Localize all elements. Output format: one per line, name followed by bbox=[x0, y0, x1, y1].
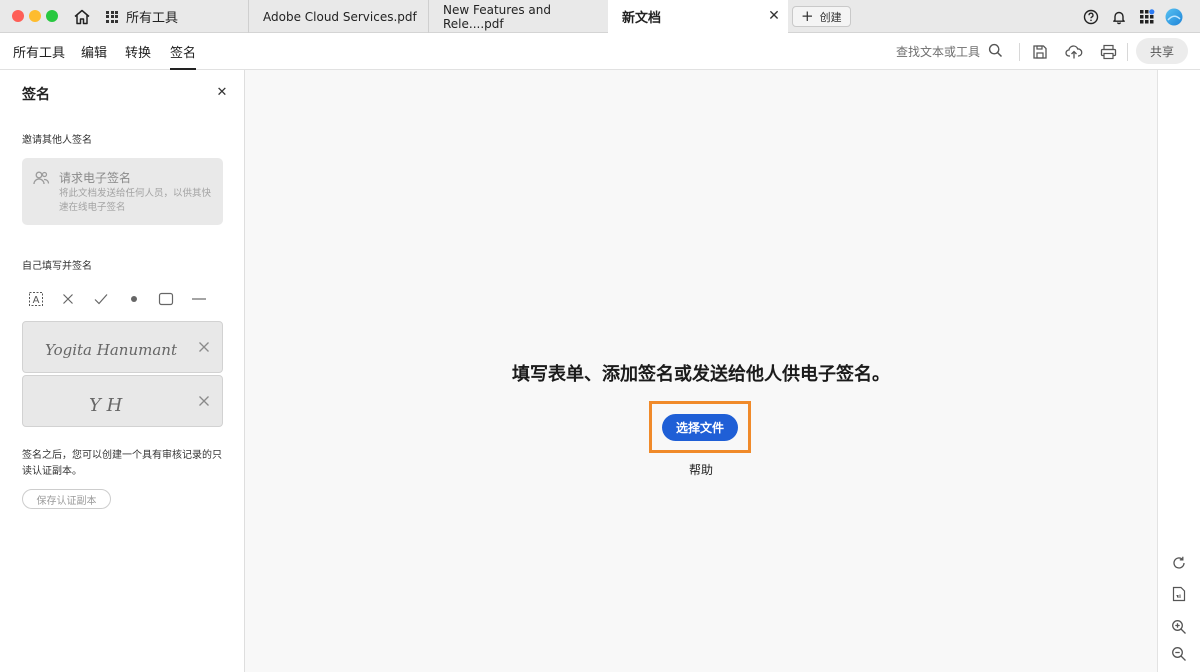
main-headline: 填写表单、添加签名或发送给他人供电子签名。 bbox=[512, 364, 890, 385]
menu-sign[interactable]: 签名 bbox=[170, 33, 197, 70]
close-icon[interactable] bbox=[196, 339, 212, 355]
avatar[interactable] bbox=[1163, 6, 1185, 28]
dot-icon[interactable] bbox=[122, 288, 146, 310]
toolbar: 所有工具 编辑 转换 签名 查找文本或工具 共享 bbox=[0, 33, 1200, 70]
share-label: 共享 bbox=[1149, 44, 1174, 59]
grid-icon bbox=[106, 10, 118, 23]
divider bbox=[1127, 43, 1128, 61]
page-number-icon[interactable] bbox=[1168, 583, 1190, 605]
invite-label: 邀请其他人签名 bbox=[22, 135, 92, 146]
right-rail bbox=[1157, 70, 1200, 672]
tab-new-document[interactable]: 新文档 ✕ bbox=[608, 0, 788, 33]
menu-all-tools[interactable]: 所有工具 bbox=[13, 33, 65, 70]
window-zoom-button[interactable] bbox=[46, 10, 58, 22]
bell-icon[interactable] bbox=[1108, 6, 1130, 28]
tab-label: 新文档 bbox=[622, 11, 662, 26]
window-minimize-button[interactable] bbox=[29, 10, 41, 22]
signature-card-initials[interactable]: Y H bbox=[22, 375, 223, 427]
menu-label: 签名 bbox=[170, 46, 197, 61]
menu-label: 所有工具 bbox=[13, 46, 66, 61]
close-icon[interactable] bbox=[196, 393, 212, 409]
close-icon[interactable]: ✕ bbox=[766, 8, 782, 24]
divider bbox=[1019, 43, 1020, 61]
save-certified-copy-button[interactable]: 保存认证副本 bbox=[22, 489, 111, 509]
home-icon[interactable] bbox=[72, 7, 92, 27]
request-esign-card[interactable]: 请求电子签名 将此文档发送给任何人员，以供其快速在线电子签名 bbox=[22, 158, 223, 225]
rectangle-icon[interactable] bbox=[154, 288, 178, 310]
zoom-in-icon[interactable] bbox=[1168, 616, 1190, 638]
check-mark-icon[interactable] bbox=[89, 288, 113, 310]
sign-tools-row: A bbox=[22, 288, 223, 310]
help-link[interactable]: 帮助 bbox=[245, 461, 1157, 478]
help-label: 帮助 bbox=[688, 463, 713, 477]
choose-file-label: 选择文件 bbox=[675, 421, 724, 435]
tab-new-features[interactable]: New Features and Rele....pdf bbox=[428, 0, 608, 33]
tab-all-tools-label: 所有工具 bbox=[126, 11, 179, 26]
request-description: 将此文档发送给任何人员，以供其快速在线电子签名 bbox=[59, 188, 212, 213]
main-canvas: 填写表单、添加签名或发送给他人供电子签名。 选择文件 帮助 bbox=[245, 70, 1157, 672]
print-icon[interactable] bbox=[1097, 41, 1119, 63]
tab-adobe-cloud-services[interactable]: Adobe Cloud Services.pdf bbox=[248, 0, 428, 33]
save-icon[interactable] bbox=[1029, 41, 1051, 63]
zoom-out-icon[interactable] bbox=[1168, 643, 1190, 665]
tab-label: New Features and Rele....pdf bbox=[443, 2, 551, 31]
search-icon bbox=[988, 43, 1003, 61]
request-title: 请求电子签名 bbox=[59, 171, 132, 185]
cross-mark-icon[interactable] bbox=[56, 288, 80, 310]
cloud-upload-icon[interactable] bbox=[1063, 41, 1085, 63]
close-icon[interactable]: ✕ bbox=[214, 84, 230, 100]
initials-image: Y H bbox=[89, 395, 123, 416]
signature-image: Yogita Hanumant bbox=[45, 341, 178, 359]
save-cert-label: 保存认证副本 bbox=[36, 495, 97, 507]
text-field-icon[interactable]: A bbox=[24, 288, 48, 310]
menu-convert[interactable]: 转换 bbox=[125, 33, 151, 70]
window-close-button[interactable] bbox=[12, 10, 24, 22]
line-icon[interactable] bbox=[187, 288, 211, 310]
create-button[interactable]: + 创建 bbox=[792, 6, 851, 27]
apps-grid-icon[interactable] bbox=[1136, 6, 1158, 28]
self-sign-label: 自己填写并签名 bbox=[22, 261, 92, 272]
tab-label: Adobe Cloud Services.pdf bbox=[263, 9, 417, 24]
menu-label: 转换 bbox=[125, 46, 152, 61]
help-icon[interactable] bbox=[1080, 6, 1102, 28]
plus-icon: + bbox=[801, 7, 814, 25]
rotate-icon[interactable] bbox=[1168, 552, 1190, 574]
panel-title: 签名 bbox=[22, 87, 50, 103]
sign-panel: 签名 ✕ 邀请其他人签名 请求电子签名 将此文档发送给任何人员，以供其快速在线电… bbox=[0, 70, 245, 672]
tab-all-tools[interactable]: 所有工具 bbox=[106, 0, 178, 33]
create-label: 创建 bbox=[819, 10, 842, 24]
search-label: 查找文本或工具 bbox=[896, 45, 981, 59]
svg-text:Yogita Hanumant: Yogita Hanumant bbox=[45, 341, 178, 359]
tab-bar: 所有工具 Adobe Cloud Services.pdf New Featur… bbox=[0, 0, 1200, 33]
users-icon bbox=[32, 169, 50, 187]
certified-copy-text: 签名之后，您可以创建一个具有审核记录的只读认证副本。 bbox=[22, 450, 222, 477]
svg-text:A: A bbox=[33, 295, 40, 306]
signature-card-full-name[interactable]: Yogita Hanumant bbox=[22, 321, 223, 373]
menu-label: 编辑 bbox=[81, 46, 108, 61]
choose-file-button[interactable]: 选择文件 bbox=[662, 414, 738, 441]
search-tools[interactable]: 查找文本或工具 bbox=[896, 33, 1003, 70]
svg-text:Y H: Y H bbox=[89, 395, 123, 416]
menu-edit[interactable]: 编辑 bbox=[81, 33, 107, 70]
share-button[interactable]: 共享 bbox=[1136, 38, 1188, 64]
